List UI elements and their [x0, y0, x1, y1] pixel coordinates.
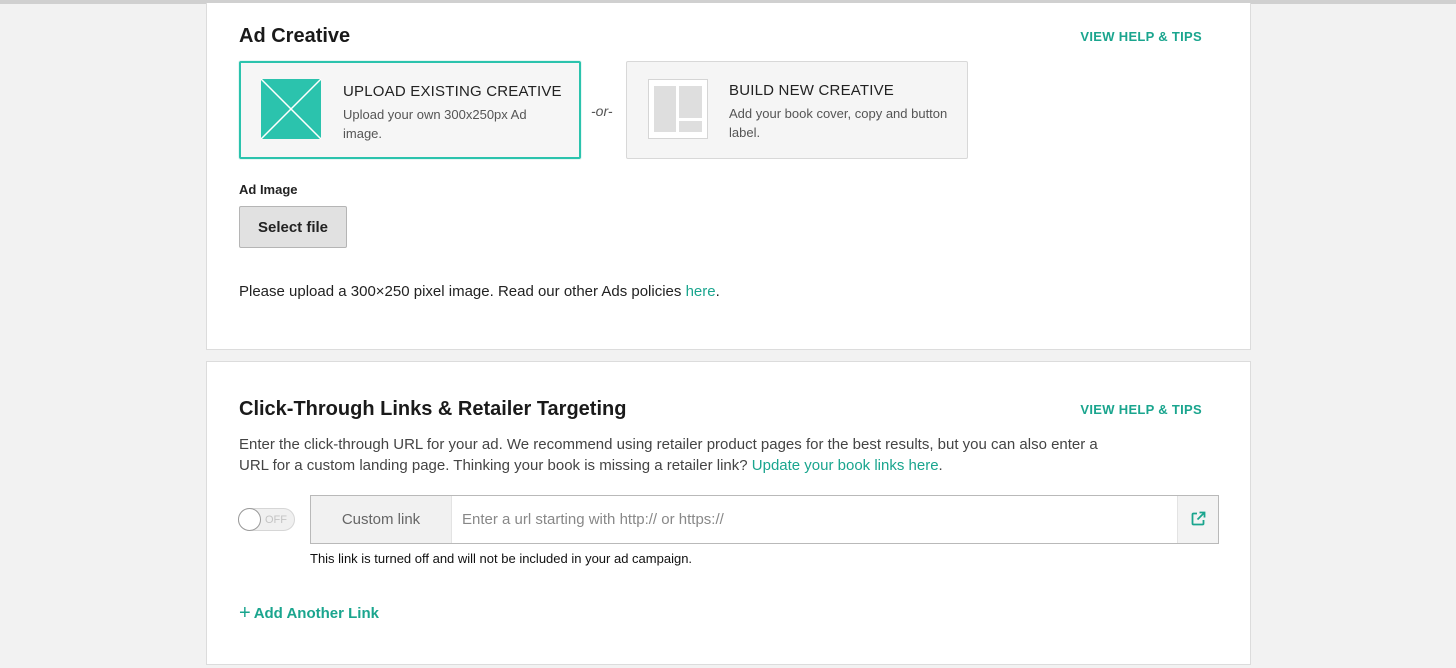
- upload-existing-title: UPLOAD EXISTING CREATIVE: [343, 83, 562, 100]
- add-another-link-button[interactable]: + Add Another Link: [239, 601, 379, 624]
- or-separator: -or-: [591, 103, 613, 119]
- build-new-title: BUILD NEW CREATIVE: [729, 82, 895, 99]
- click-through-description-body: Enter the click-through URL for your ad.…: [239, 436, 1098, 474]
- toggle-state-label: OFF: [265, 514, 287, 526]
- click-through-description-end: .: [938, 457, 943, 474]
- click-through-help-link[interactable]: VIEW HELP & TIPS: [1080, 402, 1202, 417]
- add-another-link-label: Add Another Link: [253, 605, 379, 622]
- ad-image-label: Ad Image: [239, 182, 298, 197]
- toggle-knob: [238, 508, 261, 531]
- custom-link-row: Custom link: [310, 495, 1219, 544]
- ad-creative-title: Ad Creative: [239, 25, 351, 47]
- custom-link-toggle[interactable]: OFF: [238, 508, 295, 531]
- build-new-description: Add your book cover, copy and button lab…: [729, 106, 948, 140]
- policy-here-link[interactable]: here: [686, 283, 716, 300]
- policy-text: Please upload a 300×250 pixel image. Rea…: [239, 283, 720, 300]
- upload-existing-description: Upload your own 300x250px Ad image.: [343, 107, 527, 141]
- plus-icon: +: [239, 602, 251, 624]
- ad-creative-card: Ad Creative VIEW HELP & TIPS UPLOAD EXIS…: [206, 3, 1251, 350]
- policy-text-body: Please upload a 300×250 pixel image. Rea…: [239, 283, 686, 300]
- layout-template-icon: [648, 79, 708, 139]
- link-status-note: This link is turned off and will not be …: [310, 551, 693, 566]
- policy-text-end: .: [715, 283, 720, 300]
- image-placeholder-icon: [260, 78, 322, 140]
- select-file-button[interactable]: Select file: [239, 206, 347, 248]
- upload-existing-creative-option[interactable]: UPLOAD EXISTING CREATIVE Upload your own…: [239, 61, 581, 159]
- custom-link-url-input[interactable]: [452, 496, 1176, 543]
- external-link-icon: [1191, 511, 1206, 526]
- open-external-link-button[interactable]: [1177, 496, 1218, 543]
- custom-link-prefix: Custom link: [311, 496, 452, 543]
- click-through-card: Click-Through Links & Retailer Targeting…: [206, 361, 1251, 665]
- click-through-description: Enter the click-through URL for your ad.…: [239, 434, 1119, 476]
- click-through-title: Click-Through Links & Retailer Targeting: [239, 398, 627, 420]
- update-book-links-link[interactable]: Update your book links here: [752, 457, 939, 474]
- build-new-creative-option[interactable]: BUILD NEW CREATIVE Add your book cover, …: [626, 61, 968, 159]
- ad-creative-help-link[interactable]: VIEW HELP & TIPS: [1080, 29, 1202, 44]
